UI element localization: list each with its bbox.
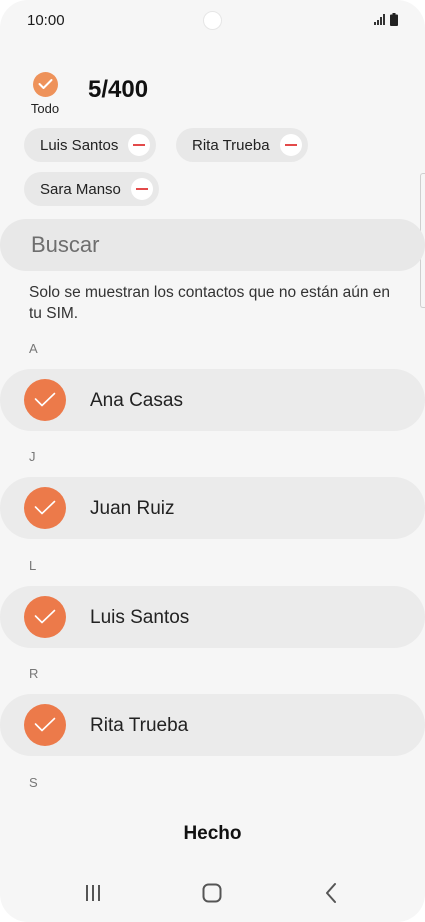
status-bar: 10:00 — [0, 0, 425, 40]
remove-icon[interactable] — [128, 134, 151, 156]
selected-chip: Luis Santos — [24, 128, 157, 162]
selected-chip: Rita Trueba — [176, 128, 308, 162]
chip-label: Rita Trueba — [192, 136, 270, 154]
recents-icon[interactable] — [78, 880, 108, 906]
contact-row[interactable]: Juan Ruiz — [0, 477, 425, 539]
select-all-label: Todo — [30, 101, 60, 116]
chip-label: Sara Manso — [40, 180, 121, 198]
done-button[interactable]: Hecho — [150, 812, 275, 856]
contact-name: Rita Trueba — [90, 715, 189, 736]
remove-icon[interactable] — [130, 178, 153, 200]
battery-icon — [390, 13, 398, 26]
status-time: 10:00 — [27, 12, 65, 29]
contact-name: Luis Santos — [90, 607, 190, 628]
search-input[interactable] — [29, 231, 393, 259]
screen: 10:00 Todo 5/400 Luis Santos Rita Trueba — [0, 0, 425, 922]
section-header-r: R — [29, 666, 39, 681]
back-icon[interactable] — [317, 880, 347, 906]
check-icon — [24, 487, 66, 529]
select-all-toggle[interactable]: Todo — [24, 70, 66, 120]
section-header-s: S — [29, 775, 38, 790]
contact-name: Ana Casas — [90, 390, 183, 411]
remove-icon[interactable] — [279, 134, 302, 156]
check-icon — [24, 596, 66, 638]
camera-hole — [203, 11, 222, 30]
chip-label: Luis Santos — [40, 136, 119, 154]
info-text: Solo se muestran los contactos que no es… — [29, 284, 391, 322]
contact-row[interactable]: Rita Trueba — [0, 694, 425, 756]
selected-chip: Sara Manso — [24, 172, 159, 206]
selected-count: 5/400 — [88, 76, 149, 103]
navigation-bar — [0, 865, 425, 922]
contact-row[interactable]: Luis Santos — [0, 586, 425, 648]
home-icon[interactable] — [197, 880, 227, 906]
contact-name: Juan Ruiz — [90, 498, 175, 519]
section-header-l: L — [29, 558, 37, 573]
check-icon — [24, 704, 66, 746]
search-box — [0, 219, 425, 271]
check-icon — [32, 72, 58, 97]
check-icon — [24, 379, 66, 421]
contact-row[interactable]: Ana Casas — [0, 369, 425, 431]
section-header-a: A — [29, 341, 38, 356]
signal-icon — [374, 14, 385, 25]
section-header-j: J — [29, 449, 36, 464]
